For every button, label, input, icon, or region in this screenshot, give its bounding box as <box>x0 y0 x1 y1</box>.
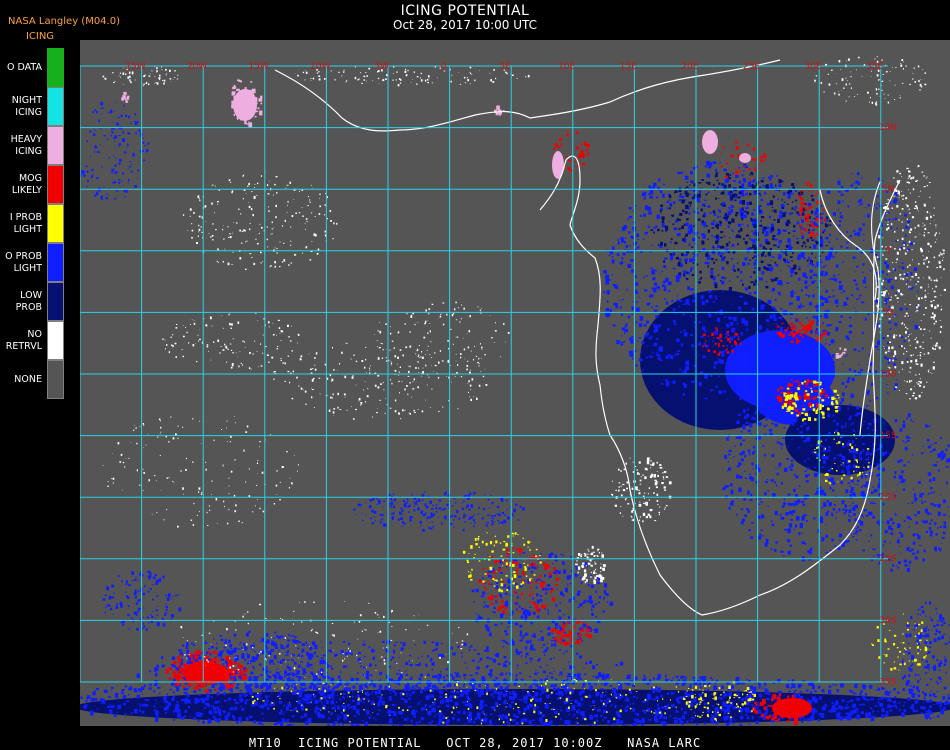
legend-swatch <box>47 165 64 204</box>
longitude-label: 15E <box>620 62 637 72</box>
legend-label: HEAVY ICING <box>0 126 42 165</box>
longitude-label: 15W <box>248 62 268 72</box>
legend-swatch <box>47 126 64 165</box>
longitude-label: 35E <box>866 62 883 72</box>
legend-label: O PROB LIGHT <box>0 243 42 282</box>
legend-label: NIGHT ICING <box>0 87 42 126</box>
legend-row: MOG LIKELY <box>0 165 64 204</box>
legend-row: LOW PROB <box>0 282 64 321</box>
legend-label-line: LOW <box>20 289 42 301</box>
legend-label-line: RETRVL <box>5 340 42 352</box>
legend-label-line: I PROB <box>9 211 42 223</box>
latitude-label: 35S <box>879 677 896 687</box>
legend-row: O PROB LIGHT <box>0 243 64 282</box>
legend-row: HEAVY ICING <box>0 126 64 165</box>
latitude-label: 5N <box>882 185 894 195</box>
header-org: NASA Langley (M04.0) <box>8 16 120 27</box>
latitude-label: 5S <box>882 308 894 318</box>
legend: O DATA NIGHT ICING HEAVY ICING MOG LIKELY I PRO… <box>0 48 64 399</box>
legend-swatch <box>47 48 64 87</box>
longitude-label: 10E <box>558 62 575 72</box>
longitude-label: 25W <box>125 62 145 72</box>
legend-label-line: NO <box>27 328 42 340</box>
legend-label-line: ICING <box>15 106 42 118</box>
legend-label-line: O PROB <box>5 250 42 262</box>
latitude-label: 15S <box>879 431 896 441</box>
latitude-label: 0 <box>885 246 891 256</box>
longitude-label: 25E <box>743 62 760 72</box>
footer-caption: MT10 ICING POTENTIAL OCT 28, 2017 10:00Z… <box>248 736 702 750</box>
latitude-label: 10N <box>879 123 897 133</box>
icing-blob <box>739 153 751 163</box>
legend-swatch <box>47 321 64 360</box>
legend-label-line: HEAVY <box>10 133 42 145</box>
latitude-label: 10S <box>879 369 896 379</box>
longitude-label: 5W <box>375 62 390 72</box>
legend-label: NONE <box>0 360 42 399</box>
legend-label-line: PROB <box>15 301 42 313</box>
legend-label-line: NIGHT <box>11 94 42 106</box>
legend-label-line: MOG <box>18 172 42 184</box>
longitude-label: 10W <box>310 62 330 72</box>
legend-swatch <box>47 204 64 243</box>
latitude-label: 20S <box>879 493 896 503</box>
legend-row: I PROB LIGHT <box>0 204 64 243</box>
header-product: ICING <box>25 31 55 42</box>
legend-label-line: LIKELY <box>11 184 42 196</box>
legend-row: NIGHT ICING <box>0 87 64 126</box>
page-title: ICING POTENTIAL <box>400 3 530 19</box>
icing-blob <box>552 151 564 179</box>
legend-swatch <box>47 243 64 282</box>
legend-row: NONE <box>0 360 64 399</box>
legend-label-line: O DATA <box>7 61 42 73</box>
longitude-label: 30E <box>804 62 821 72</box>
datetime: Oct 28, 2017 10:00 UTC <box>393 18 537 32</box>
legend-swatch <box>47 87 64 126</box>
legend-row: NO RETRVL <box>0 321 64 360</box>
legend-swatch <box>47 360 64 399</box>
longitude-label: 20E <box>681 62 698 72</box>
longitude-label: 0 <box>441 62 447 72</box>
legend-label: O DATA <box>0 48 42 87</box>
legend-label-line: LIGHT <box>13 223 42 235</box>
legend-label-line: NONE <box>14 373 42 385</box>
latitude-label: 30S <box>879 616 896 626</box>
latitude-label: 25S <box>879 554 896 564</box>
legend-swatch <box>47 282 64 321</box>
legend-label: MOG LIKELY <box>0 165 42 204</box>
icing-blob <box>702 130 718 154</box>
legend-label-line: ICING <box>15 145 42 157</box>
legend-row: O DATA <box>0 48 64 87</box>
legend-label-line: LIGHT <box>13 262 42 274</box>
legend-label: LOW PROB <box>0 282 42 321</box>
icing-blob <box>772 698 812 718</box>
longitude-label: 5E <box>499 62 511 72</box>
icing-map: 25W 20W 15W 10W 5W 0 5E 10E 15E 20E 25E 30E 35E 10N 5… <box>80 40 950 726</box>
legend-label: NO RETRVL <box>0 321 42 360</box>
longitude-label: 20W <box>187 62 207 72</box>
legend-label: I PROB LIGHT <box>0 204 42 243</box>
